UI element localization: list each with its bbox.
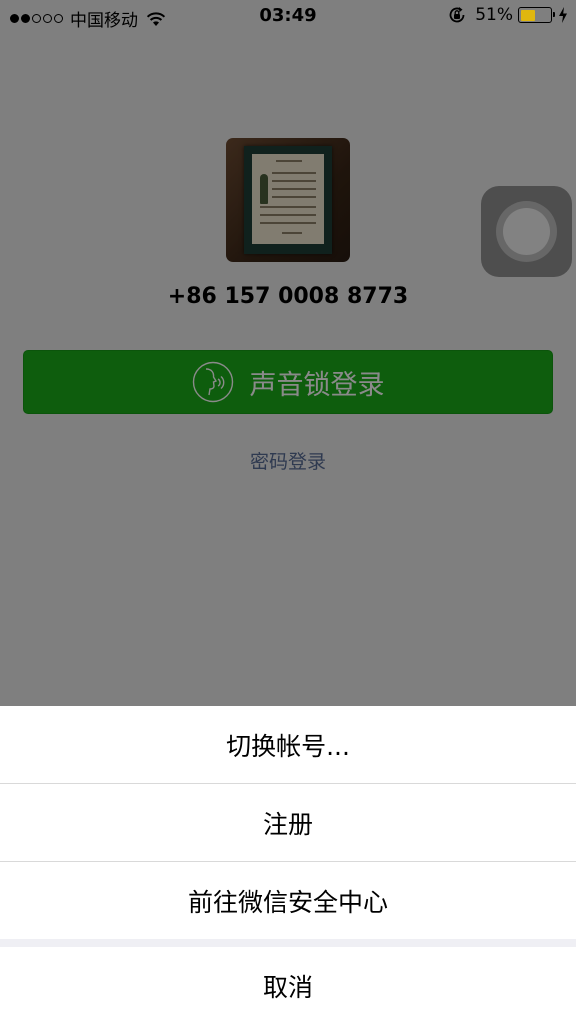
action-sheet: 切换帐号... 注册 前往微信安全中心 取消: [0, 706, 576, 1024]
rotation-lock-icon: [449, 7, 465, 23]
status-bar: 中国移动 03:49 51%: [0, 0, 576, 34]
battery-level-fill: [520, 9, 536, 21]
battery-percent: 51%: [475, 5, 513, 25]
battery-icon: [518, 7, 555, 23]
security-center-button[interactable]: 前往微信安全中心: [0, 862, 576, 939]
status-right: 51%: [447, 5, 568, 25]
charging-bolt-icon: [559, 7, 567, 23]
sheet-divider: [0, 861, 576, 862]
cancel-button[interactable]: 取消: [0, 947, 576, 1024]
switch-account-button[interactable]: 切换帐号...: [0, 706, 576, 783]
sheet-divider: [0, 783, 576, 784]
register-button[interactable]: 注册: [0, 784, 576, 861]
